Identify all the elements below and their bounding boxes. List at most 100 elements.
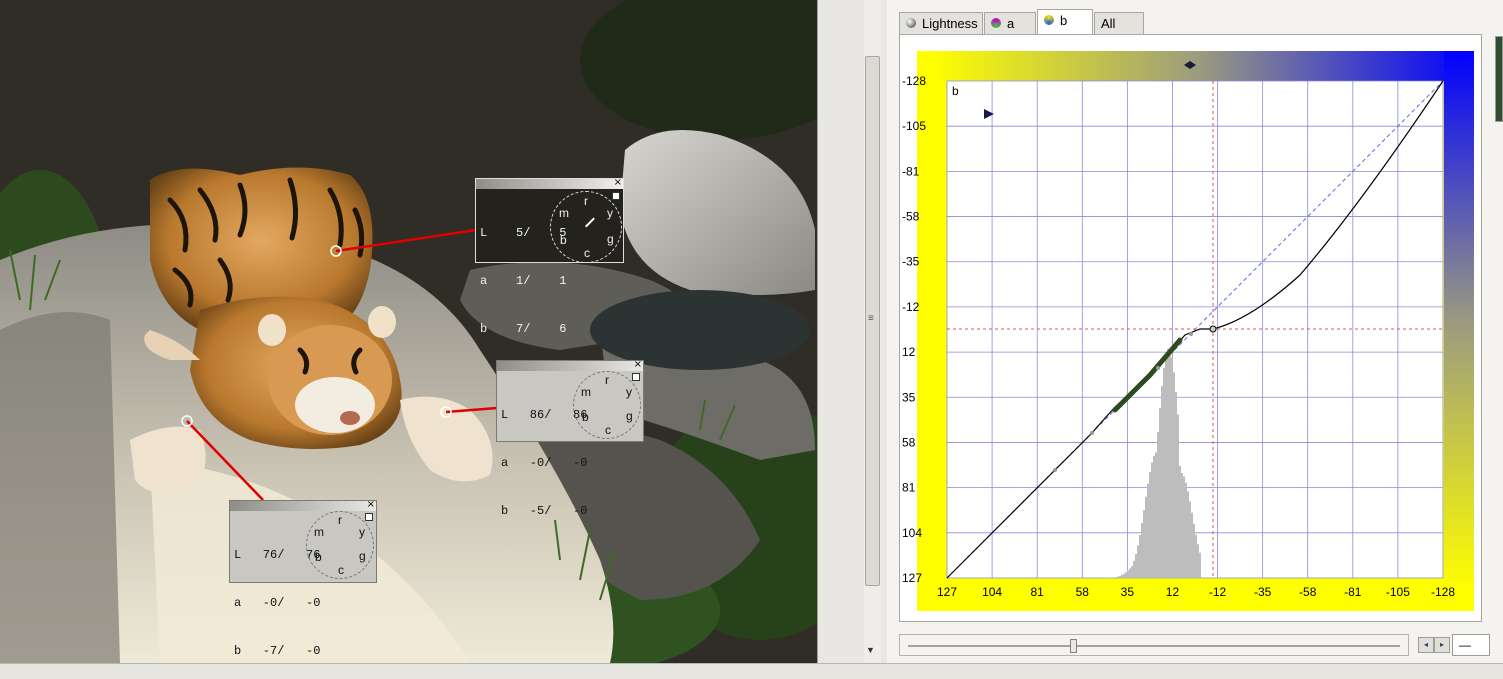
histogram-bar [1151,462,1153,578]
histogram-bar [1167,348,1169,578]
histogram-bar [1171,357,1173,578]
curve-slider[interactable] [899,634,1409,656]
tab-label: Lightness [922,16,978,31]
histogram-bar [1139,535,1141,578]
histogram-bar [1177,414,1179,578]
pin-icon[interactable] [612,192,620,200]
x-tick-label: -58 [1299,585,1317,599]
slider-value-field[interactable]: — [1452,634,1490,656]
close-icon[interactable]: × [614,177,622,188]
x-tick-label: -105 [1386,585,1410,599]
tab-b[interactable]: b [1037,9,1093,34]
histogram-bar [1157,431,1159,578]
histogram-bar [1113,577,1115,578]
tab-lightness[interactable]: Lightness [899,12,983,34]
y-tick-label: 127 [902,571,922,585]
histogram-bar [1187,491,1189,578]
image-canvas[interactable]: × L 5/ 5 a 1/ 1 b 7/ 6 r y g c b m × L 8… [0,0,817,663]
curve-slider-row: ◂ ▸ — [899,634,1490,656]
slider-line [908,645,1400,647]
histogram-bar [1121,574,1123,578]
pin-icon[interactable] [632,373,640,381]
histogram-bar [1179,466,1181,578]
readout-a: a 1/ 1 [480,274,567,288]
histogram-bar [1143,510,1145,578]
color-dial: r y g c b m [573,371,641,439]
histogram-bar [1131,566,1133,578]
dial-needle [585,217,595,228]
close-icon[interactable]: × [634,359,642,370]
readout-a: a -0/ -0 [501,456,588,470]
histogram-bar [1183,476,1185,578]
y-tick-label: -128 [902,74,926,88]
color-dial: r y g c b m [550,191,622,263]
tab-all[interactable]: All [1094,12,1144,34]
x-tick-label: -128 [1431,585,1455,599]
sample-point-marker [1156,366,1160,370]
x-tick-label: 127 [937,585,957,599]
histogram-bar [1191,512,1193,578]
readout-titlebar[interactable]: × [230,499,376,511]
histogram-bar [1155,452,1157,578]
chevron-right-icon: ▸ [1439,640,1444,649]
next-button[interactable]: ▸ [1434,637,1450,653]
curve-control-point[interactable] [1209,325,1217,333]
histogram-bar [1169,349,1171,578]
sample-readout-top[interactable]: × L 5/ 5 a 1/ 1 b 7/ 6 r y g c b m [475,177,624,336]
slider-thumb[interactable] [1070,639,1077,653]
histogram-bar [1185,482,1187,578]
close-icon[interactable]: × [367,499,375,510]
tab-label: All [1101,16,1116,31]
grip-icon: ≡ [868,313,874,324]
sample-point-marker [1053,468,1057,472]
histogram-bar [1117,576,1119,578]
histogram-bar [1173,372,1175,578]
y-tick-label: -35 [902,255,920,269]
sample-readout-right[interactable]: × L 86/ 86 a -0/ -0 b -5/ -0 r y g c b m [496,359,644,518]
pin-icon[interactable] [365,513,373,521]
histogram-bar [1159,408,1161,578]
x-tick-label: 35 [1121,585,1135,599]
lightness-channel-icon [906,18,916,28]
chevron-left-icon: ◂ [1423,640,1428,649]
histogram-bar [1165,354,1167,578]
tab-label: b [1060,13,1068,28]
y-tick-label: 58 [902,435,916,449]
status-bar [0,663,1503,679]
x-tick-label: -12 [1209,585,1227,599]
tiger-photo [0,0,817,663]
readout-titlebar[interactable]: × [476,177,623,189]
readout-b: b 7/ 6 [480,322,567,336]
side-swatch [1495,36,1503,122]
x-tick-label: 81 [1031,585,1045,599]
readout-titlebar[interactable]: × [497,359,643,371]
sample-point-marker [1189,332,1193,336]
sample-readout-bottom[interactable]: × L 76/ 76 a -0/ -0 b -7/ -0 r y g c b m [229,499,377,658]
color-dial: r y g c b m [306,511,374,579]
curve-editor[interactable]: b -128 -105 -81 -58 -35 -12 12 35 58 81 104 127 127… [900,35,1483,623]
tab-a[interactable]: a [984,12,1036,34]
scroll-down-icon[interactable]: ▼ [866,645,875,655]
histogram-bar [1141,523,1143,578]
histogram-bar [1175,391,1177,578]
histogram-bar [1197,544,1199,578]
y-tick-label: -12 [902,300,920,314]
top-gradient-strip [930,51,1474,81]
y-tick-label: -81 [902,164,920,178]
curve-frame: b -128 -105 -81 -58 -35 -12 12 35 58 81 104 127 127… [899,34,1482,622]
image-scrollbar[interactable]: ≡ ▼ [817,0,887,663]
x-tick-label: -35 [1254,585,1272,599]
channel-label: b [952,84,959,98]
tab-label: a [1007,16,1015,31]
histogram-bar [1181,472,1183,578]
histogram-bar [1133,560,1135,578]
histogram-bar [1153,455,1155,578]
histogram-bar [1161,386,1163,578]
prev-button[interactable]: ◂ [1418,637,1434,653]
y-tick-label: 12 [902,345,916,359]
x-tick-label: 58 [1076,585,1090,599]
b-channel-icon [1044,15,1054,25]
curves-panel: Lightness a b All b -128 -105 -81 -58 -3… [887,0,1503,663]
histogram-bar [1195,534,1197,578]
histogram-bar [1147,483,1149,578]
